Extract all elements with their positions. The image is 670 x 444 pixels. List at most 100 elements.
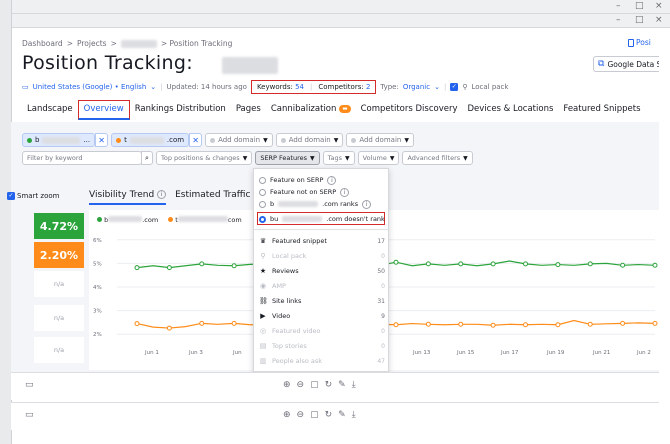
info-icon[interactable]: i: [157, 190, 167, 199]
frame-icon[interactable]: ▢: [310, 410, 319, 420]
close-button-2[interactable]: ×: [655, 15, 663, 25]
keyword-filter-input[interactable]: Filter by keyword: [22, 151, 142, 165]
add-domain-3[interactable]: Add domain ▼: [346, 133, 414, 147]
legend-item-green[interactable]: b .com: [97, 216, 158, 224]
option-domain-doesnt-rank[interactable]: bu.com doesn't ranki: [259, 214, 388, 224]
rotate-icon[interactable]: ↻: [325, 380, 333, 390]
zoom-out-icon[interactable]: ⊖: [297, 410, 305, 420]
edit-icon[interactable]: ✎: [338, 380, 346, 390]
tab-overview[interactable]: Overview: [77, 100, 130, 120]
series-point[interactable]: [231, 263, 237, 269]
serp-features-filter[interactable]: SERP Features ▼: [255, 151, 320, 165]
series-point[interactable]: [587, 261, 593, 267]
series-point[interactable]: [555, 322, 561, 328]
download-icon[interactable]: ⤓: [352, 380, 356, 390]
series-point[interactable]: [555, 262, 561, 268]
keywords-count[interactable]: Keywords: 54: [257, 83, 304, 91]
serp-feature-item[interactable]: ♛ Featured snippet 17: [259, 235, 385, 247]
google-data-studio-button[interactable]: ⧉ Google Data St: [593, 56, 659, 72]
radio-selected-icon[interactable]: [259, 215, 266, 223]
search-icon[interactable]: ⌕: [141, 151, 153, 165]
green-dot-icon: [97, 217, 102, 222]
series-point[interactable]: [134, 321, 140, 327]
series-point[interactable]: [587, 321, 593, 327]
tab-cannibalization[interactable]: Cannibalization ▬: [266, 100, 356, 120]
minimize-button[interactable]: –: [616, 1, 621, 11]
top-right-link[interactable]: Posi: [628, 38, 651, 47]
domain-chip-2[interactable]: t .com: [111, 133, 190, 147]
breadcrumb-projects[interactable]: Projects: [77, 39, 107, 48]
advanced-filters[interactable]: Advanced filters ▼: [402, 151, 473, 165]
zoom-out-icon[interactable]: ⊖: [297, 380, 305, 390]
close-button[interactable]: ×: [655, 1, 663, 11]
series-point[interactable]: [490, 261, 496, 267]
option-domain-ranks[interactable]: b .com ranks i: [259, 199, 372, 209]
rotate-icon[interactable]: ↻: [325, 410, 333, 420]
add-domain-1[interactable]: Add domain ▼: [205, 133, 273, 147]
top-positions-filter[interactable]: Top positions & changes ▼: [156, 151, 253, 165]
zoom-in-icon[interactable]: ⊕: [283, 380, 291, 390]
tab-featured-snippets[interactable]: Featured Snippets: [558, 100, 645, 120]
download-icon[interactable]: ⤓: [352, 410, 356, 420]
edit-icon[interactable]: ✎: [338, 410, 346, 420]
series-point[interactable]: [523, 322, 528, 328]
series-point[interactable]: [425, 261, 431, 267]
legend-item-orange[interactable]: t com: [168, 216, 242, 224]
add-domain-2[interactable]: Add domain ▼: [275, 133, 344, 147]
serp-feature-item[interactable]: ⛓ Site links 31: [259, 295, 385, 307]
serp-feature-item[interactable]: ★ Reviews 50: [259, 265, 385, 277]
feature-count: 0: [381, 252, 385, 260]
breadcrumb-position-tracking: > Position Tracking: [160, 39, 233, 48]
tab-estimated-traffic[interactable]: Estimated Traffic i: [175, 190, 263, 205]
tab-pages[interactable]: Pages: [231, 100, 266, 120]
smart-zoom-checkbox[interactable]: ✓: [7, 192, 15, 200]
series-point[interactable]: [199, 320, 205, 326]
location-selector[interactable]: United States (Google) • English: [33, 83, 147, 91]
radio-icon[interactable]: [259, 176, 266, 184]
type-selector[interactable]: Organic: [403, 83, 430, 91]
series-point[interactable]: [458, 321, 464, 327]
volume-filter[interactable]: Volume ▼: [357, 151, 400, 165]
series-point[interactable]: [620, 262, 626, 268]
series-point[interactable]: [620, 320, 626, 326]
series-point[interactable]: [652, 320, 658, 326]
series-point[interactable]: [393, 259, 399, 265]
series-point[interactable]: [199, 261, 205, 267]
local-pack-checkbox[interactable]: ✓: [450, 83, 459, 91]
series-point[interactable]: [523, 261, 528, 267]
frame-icon[interactable]: ▢: [310, 380, 319, 390]
series-point[interactable]: [490, 322, 496, 328]
option-feature-not-on-serp[interactable]: Feature not on SERP i: [259, 187, 350, 197]
serp-feature-item[interactable]: ▶ Video 9: [259, 310, 385, 322]
minimize-button-2[interactable]: –: [616, 15, 621, 25]
remove-domain-2-button[interactable]: ✕: [189, 133, 203, 147]
series-point[interactable]: [393, 322, 399, 328]
remove-domain-1-button[interactable]: ✕: [95, 133, 109, 147]
tab-devices-locations[interactable]: Devices & Locations: [462, 100, 558, 120]
smart-zoom-toggle[interactable]: ✓ Smart zoom: [7, 192, 59, 200]
radio-icon[interactable]: [259, 188, 266, 196]
series-point[interactable]: [458, 261, 464, 267]
option-feature-on-serp[interactable]: Feature on SERP i: [259, 175, 337, 185]
restore-button[interactable]: □: [635, 1, 644, 11]
tags-filter[interactable]: Tags ▼: [322, 151, 355, 165]
domain-chip-1[interactable]: b ...: [22, 133, 96, 147]
series-point[interactable]: [166, 265, 172, 271]
radio-icon[interactable]: [259, 200, 266, 208]
panel-icon[interactable]: ▭: [25, 410, 34, 420]
panel-icon[interactable]: ▭: [25, 380, 34, 390]
tab-landscape[interactable]: Landscape: [22, 100, 78, 120]
breadcrumb-dashboard[interactable]: Dashboard: [22, 39, 63, 48]
restore-button-2[interactable]: □: [635, 15, 644, 25]
competitors-count[interactable]: Competitors: 2: [318, 83, 370, 91]
series-point[interactable]: [231, 320, 237, 326]
tab-competitors-discovery[interactable]: Competitors Discovery: [356, 100, 463, 120]
series-point[interactable]: [652, 262, 658, 268]
tab-rankings-distribution[interactable]: Rankings Distribution: [130, 100, 231, 120]
chevron-down-icon: ▼: [242, 154, 248, 162]
series-point[interactable]: [166, 325, 172, 331]
zoom-in-icon[interactable]: ⊕: [283, 410, 291, 420]
tab-visibility-trend[interactable]: Visibility Trend i: [89, 190, 167, 205]
series-point[interactable]: [134, 265, 140, 271]
series-point[interactable]: [425, 321, 431, 327]
